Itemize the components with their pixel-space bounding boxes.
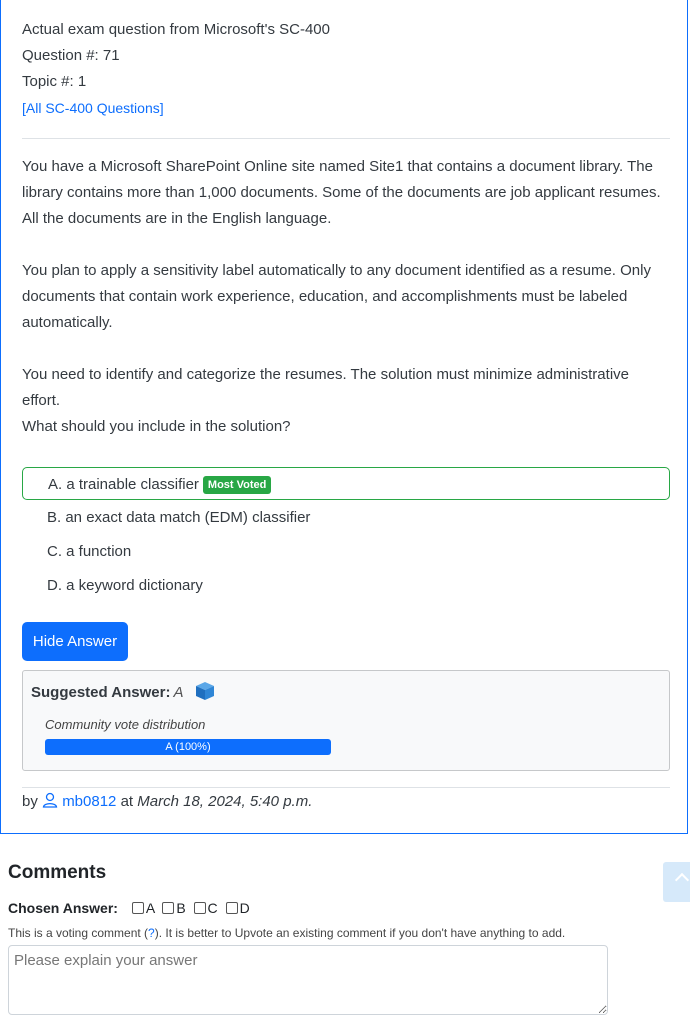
scroll-to-top-button[interactable] xyxy=(663,862,690,902)
vote-bar-fill-a: A (100%) xyxy=(45,739,331,755)
most-voted-badge: Most Voted xyxy=(202,476,272,494)
all-questions-link[interactable]: [All SC-400 Questions] xyxy=(22,100,164,116)
divider xyxy=(22,138,670,139)
question-prompt: What should you include in the solution? xyxy=(22,418,291,435)
exam-title: Actual exam question from Microsoft's SC… xyxy=(22,21,330,38)
checkbox-d[interactable] xyxy=(225,902,238,914)
suggested-answer-value: A xyxy=(173,684,184,701)
hide-answer-button[interactable]: Hide Answer xyxy=(22,622,128,661)
chosen-answer-label: Chosen Answer: xyxy=(8,900,118,916)
chosen-answer-row: Chosen Answer: A B C D xyxy=(8,900,250,916)
question-number: Question #: 71 xyxy=(22,47,120,64)
author-link[interactable]: mb0812 xyxy=(62,793,116,810)
vote-distribution-bar: A (100%) xyxy=(45,739,331,755)
checkbox-a[interactable] xyxy=(131,902,144,914)
suggested-answer-title: Suggested Answer: A xyxy=(31,681,216,701)
voting-help-text: This is a voting comment (?). It is bett… xyxy=(8,926,565,940)
post-date: March 18, 2024, 5:40 p.m. xyxy=(137,793,313,810)
divider xyxy=(22,787,670,788)
user-icon xyxy=(42,792,58,808)
chevron-up-icon xyxy=(674,872,690,888)
choice-a[interactable]: A. a trainable classifier Most Voted xyxy=(22,467,670,500)
help-prefix: This is a voting comment ( xyxy=(8,926,149,940)
suggested-answer-label: Suggested Answer: xyxy=(31,684,171,701)
byline-at: at xyxy=(120,793,134,810)
comments-heading: Comments xyxy=(8,862,107,883)
comment-textarea[interactable] xyxy=(8,945,608,1015)
question-paragraph: You need to identify and categorize the … xyxy=(22,366,629,409)
choice-b-label: B. an exact data match (EDM) classifier xyxy=(47,509,311,526)
choice-d[interactable]: D. a keyword dictionary xyxy=(22,569,670,602)
choice-c[interactable]: C. a function xyxy=(22,535,670,568)
vote-distribution-label: Community vote distribution xyxy=(45,717,206,732)
choice-a-label: A. a trainable classifier xyxy=(48,476,199,493)
choice-d-label: D. a keyword dictionary xyxy=(47,577,203,594)
choice-b[interactable]: B. an exact data match (EDM) classifier xyxy=(22,501,670,534)
checkbox-a-label: A xyxy=(145,900,155,916)
checkbox-c-label: C xyxy=(207,900,218,916)
question-paragraph: You have a Microsoft SharePoint Online s… xyxy=(22,158,661,227)
cube-icon xyxy=(195,682,214,700)
question-card: Actual exam question from Microsoft's SC… xyxy=(0,0,688,834)
help-link[interactable]: ? xyxy=(148,926,155,940)
checkbox-b-label: B xyxy=(176,900,186,916)
checkbox-c[interactable] xyxy=(193,902,206,914)
topic-number: Topic #: 1 xyxy=(22,73,87,90)
byline-by: by xyxy=(22,793,38,810)
choice-c-label: C. a function xyxy=(47,543,132,560)
question-paragraph: You plan to apply a sensitivity label au… xyxy=(22,262,651,331)
help-suffix: ). It is better to Upvote an existing co… xyxy=(154,926,566,940)
checkbox-d-label: D xyxy=(239,900,250,916)
byline: by mb0812 at March 18, 2024, 5:40 p.m. xyxy=(22,792,312,810)
checkbox-b[interactable] xyxy=(162,902,175,914)
suggested-answer-box: Suggested Answer: A Community vote distri… xyxy=(22,670,670,771)
